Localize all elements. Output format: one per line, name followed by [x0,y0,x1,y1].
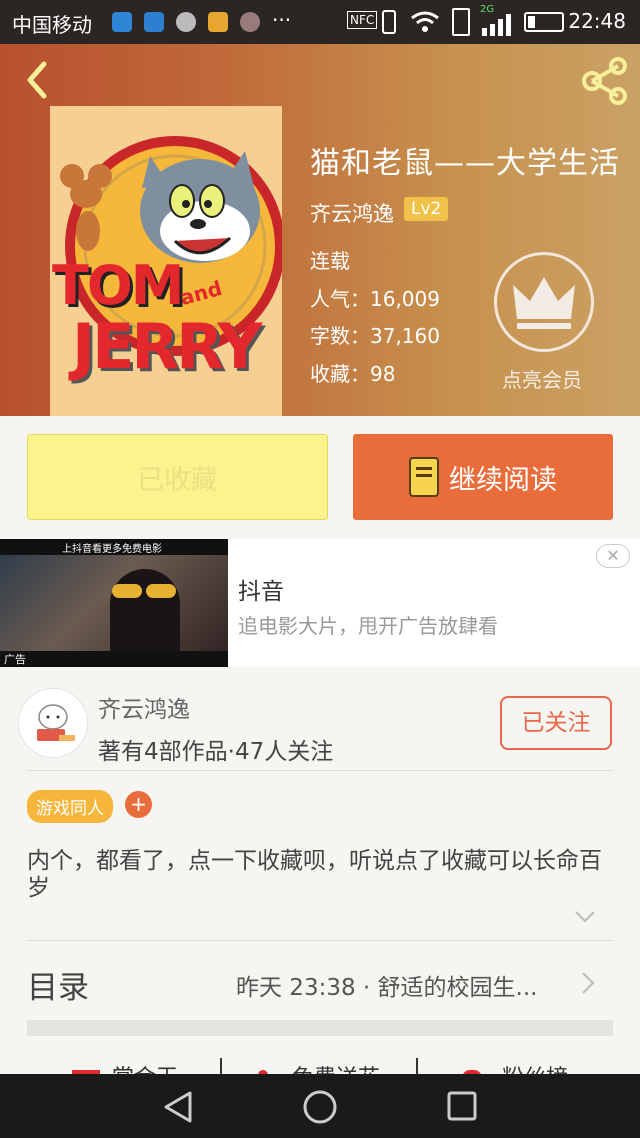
photo-app-icon [240,12,260,32]
back-icon[interactable] [18,60,58,100]
avatar-illustration [37,704,75,741]
app-icon [176,12,196,32]
more-notifications: ··· [272,8,292,32]
author-name[interactable]: 齐云鸿逸 [98,690,190,724]
divider [26,770,614,771]
genre-tag[interactable]: 游戏同人 [27,790,113,823]
divider [26,940,614,941]
nfc-icon: NFC [347,11,378,29]
toc-latest-chapter[interactable]: 昨天 23:38 · 舒适的校园生... [236,968,537,1002]
follow-label: 已关注 [521,710,591,736]
battery-icon [524,12,564,32]
carrier-label: 中国移动 [12,13,92,37]
ad-title: 抖音 [238,579,284,605]
close-icon: ✕ [606,546,620,565]
sim-icon [452,8,470,36]
add-tag-button[interactable]: + [125,791,152,818]
chevron-right-icon[interactable] [580,970,596,996]
collected-button[interactable]: 已收藏 [27,434,328,520]
vip-button[interactable] [494,252,594,352]
author-info: 著有4部作品·47人关注 [98,739,334,765]
ad-subtitle: 追电影大片，甩开广告放肆看 [238,614,498,638]
wifi-icon [411,11,439,32]
book-title: 猫和老鼠——大学生活 [310,146,620,181]
recents-nav-icon[interactable] [446,1090,478,1122]
cover-title-jerry: JERRY [72,310,262,383]
ad-image[interactable]: 上抖音看更多免费电影 广告 [0,539,228,667]
continue-reading-button[interactable]: 继续阅读 [353,434,613,520]
ad-sunglasses-left [112,584,142,598]
collected-label: 已收藏 [137,464,218,496]
lock-app-icon [208,12,228,32]
vibrate-icon [382,10,396,34]
system-nav-bar [0,1074,640,1138]
book-description: 内个，都看了，点一下收藏呗，听说点了收藏可以长命百岁 [27,848,602,901]
book-popularity: 人气：16,009 [310,287,440,311]
crown-icon [513,277,575,329]
chevron-down-icon[interactable] [574,910,596,924]
status-bar: 中国移动 ··· NFC 2G 22:48 [0,0,640,44]
ad-sunglasses-right [146,584,176,598]
author-level-badge: Lv2 [404,197,449,221]
ad-figure [110,569,180,659]
ad-tag: 广告 [4,653,26,666]
video-icon [144,12,164,32]
follow-button[interactable]: 已关注 [500,696,612,750]
signal-icon [482,14,511,36]
home-nav-icon[interactable] [302,1089,338,1125]
ad-banner-text: 上抖音看更多免费电影 [62,544,162,555]
book-favorites: 收藏：98 [310,362,396,386]
back-nav-icon[interactable] [162,1090,194,1124]
book-cover[interactable]: TOM and JERRY [50,106,282,416]
book-word-count: 字数：37,160 [310,324,440,348]
message-icon [112,12,132,32]
book-status: 连载 [310,249,350,273]
continue-reading-label: 继续阅读 [449,464,557,496]
vip-label[interactable]: 点亮会员 [502,364,582,393]
toc-label[interactable]: 目录 [27,962,89,1007]
clock: 22:48 [568,9,626,33]
section-separator [27,1020,613,1036]
author-avatar[interactable] [18,688,88,758]
ad-close-button[interactable]: ✕ [596,544,630,568]
share-icon[interactable] [580,56,630,106]
book-icon [409,457,439,497]
plus-icon: + [130,792,147,816]
cover-title-tom: TOM [52,254,184,317]
book-author[interactable]: 齐云鸿逸 [310,198,394,228]
